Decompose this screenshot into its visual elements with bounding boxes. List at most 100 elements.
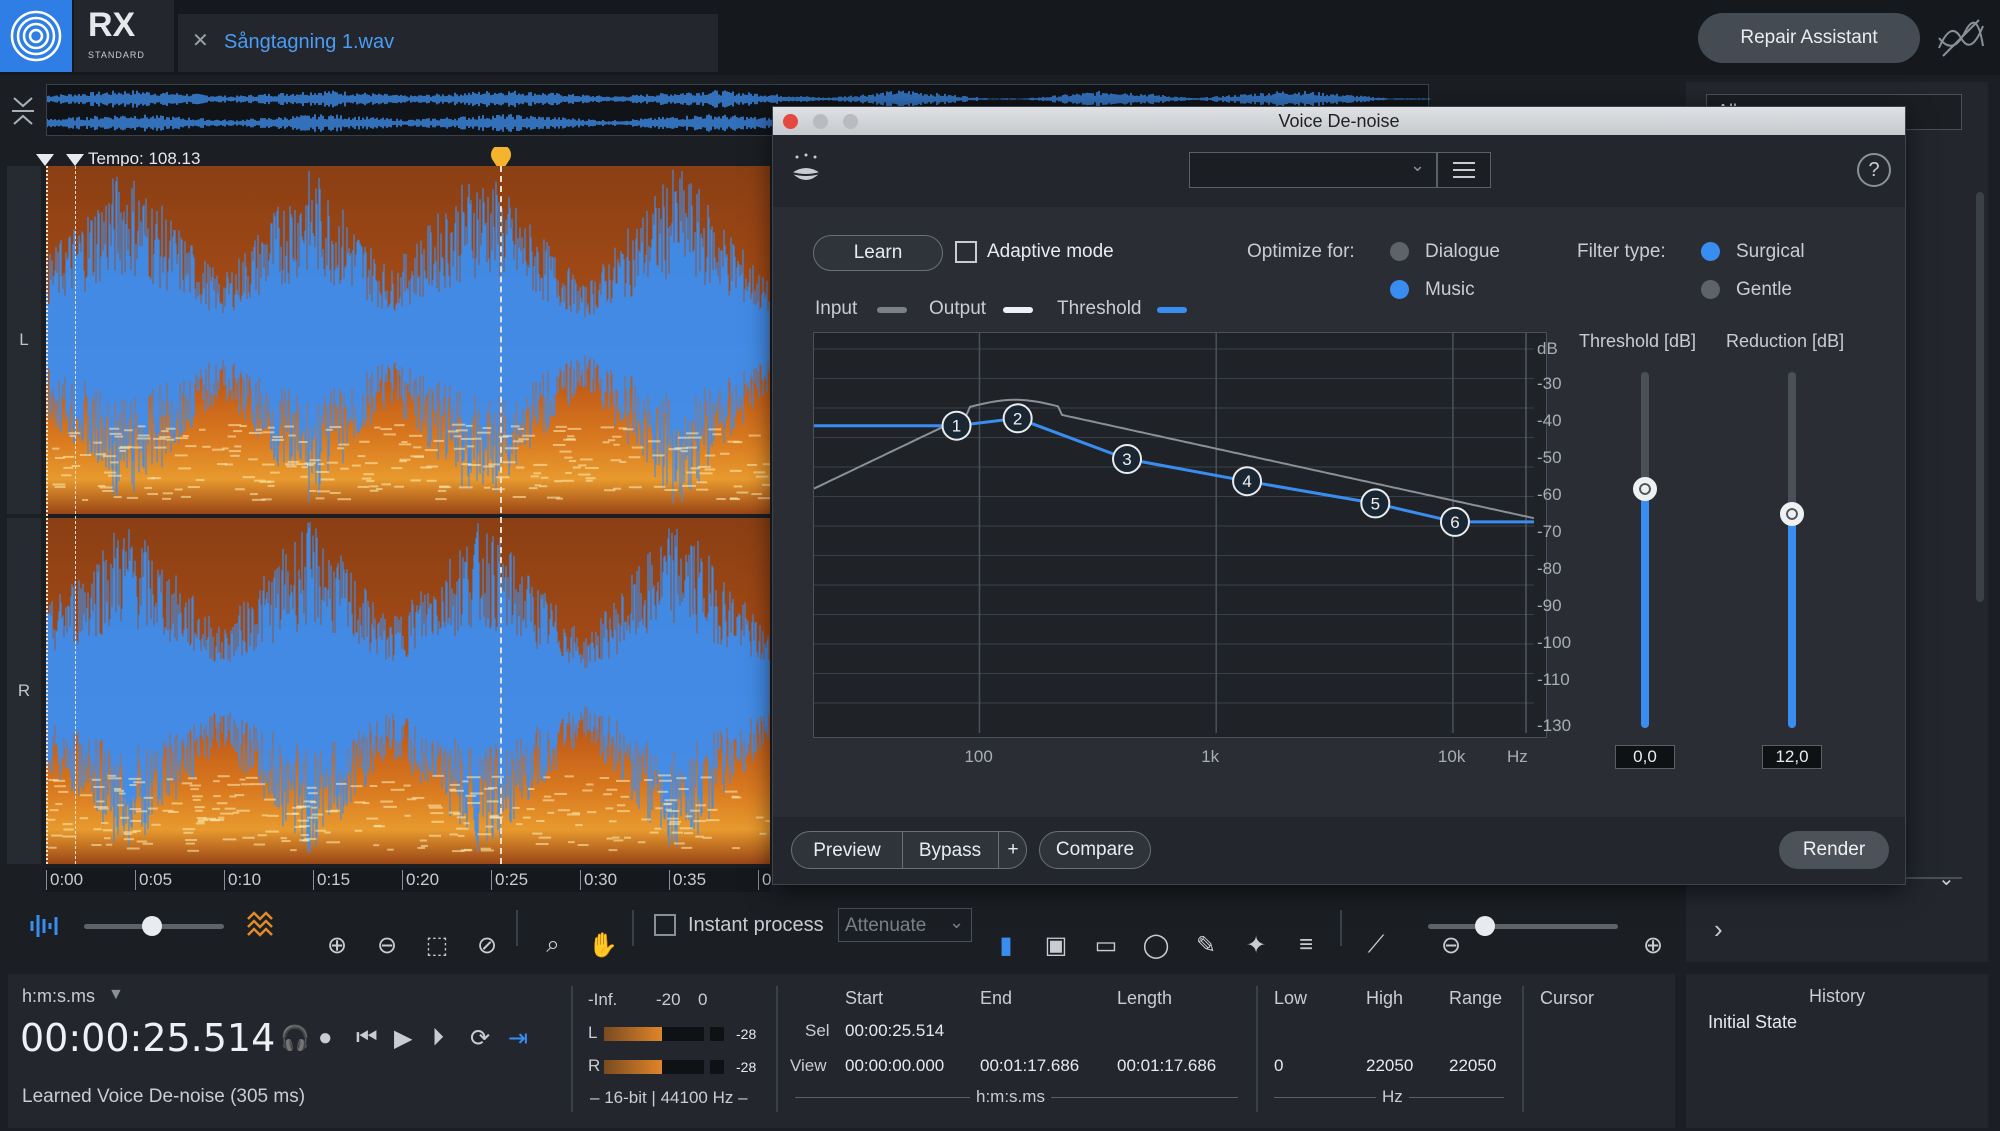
view-length-value[interactable]: 00:01:17.686 — [1117, 1056, 1216, 1076]
optimize-music-radio[interactable] — [1390, 280, 1409, 299]
playhead-line — [500, 166, 502, 864]
harmonic-fleck — [137, 434, 150, 437]
bypass-button[interactable]: Bypass — [902, 840, 998, 862]
harmonic-fleck — [491, 775, 504, 778]
reduction-slider-handle[interactable] — [1780, 502, 1804, 526]
time-format-label[interactable]: h:m:s.ms — [22, 986, 95, 1007]
threshold-curve-graph[interactable]: 1 2 3 4 5 6 — [813, 332, 1547, 738]
collapse-overview-icon[interactable] — [8, 90, 38, 132]
threshold-value-field[interactable]: 0,0 — [1615, 745, 1675, 769]
preset-menu-button[interactable] — [1437, 152, 1491, 188]
harmonic-fleck — [533, 463, 548, 466]
time-ruler[interactable]: 0:000:050:100:150:200:250:300:350:40 — [46, 868, 795, 892]
module-panel-scrollbar[interactable] — [1976, 192, 1984, 602]
preview-button[interactable]: Preview — [792, 840, 902, 862]
meter-left-clip[interactable] — [710, 1027, 724, 1041]
harmonic-fleck — [181, 782, 193, 785]
reduction-slider[interactable] — [1780, 372, 1804, 728]
view-start-value[interactable]: 00:00:00.000 — [845, 1056, 944, 1076]
adaptive-mode-checkbox[interactable] — [955, 241, 977, 263]
optimize-dialogue-radio[interactable] — [1390, 242, 1409, 261]
harmonic-fleck — [255, 428, 262, 431]
signal-chain-icon[interactable] — [1935, 12, 1987, 64]
magnify-icon[interactable]: ⌕ — [530, 922, 576, 968]
file-tab[interactable]: ✕ Sångtagning 1.wav — [178, 14, 718, 72]
view-low-value[interactable]: 0 — [1274, 1056, 1283, 1076]
ruler-tick-label: 0:00 — [46, 870, 83, 890]
harmonic-fleck — [619, 461, 627, 464]
harmonic-fleck — [680, 450, 688, 453]
play-icon[interactable]: ▶ — [394, 1024, 412, 1053]
view-range-value[interactable]: 22050 — [1449, 1056, 1496, 1076]
view-blend-slider-handle[interactable] — [142, 916, 162, 936]
threshold-slider[interactable] — [1633, 372, 1657, 728]
filter-gentle-radio[interactable] — [1701, 280, 1720, 299]
zoom-in-small-icon[interactable]: ⊕ — [1630, 922, 1676, 968]
skip-back-icon[interactable]: ⏮ — [356, 1024, 378, 1052]
zoom-in-icon[interactable]: ⊕ — [314, 922, 360, 968]
lasso-icon[interactable]: ◯ — [1133, 922, 1179, 968]
compare-button[interactable]: Compare — [1039, 831, 1151, 869]
harmonic-fleck — [667, 817, 679, 820]
hand-icon[interactable]: ✋ — [580, 922, 626, 968]
minimize-window-button[interactable] — [813, 114, 828, 129]
play-to-end-icon[interactable]: ⇥ — [508, 1024, 528, 1053]
attenuate-select[interactable]: Attenuate ⌄ — [838, 908, 972, 942]
harmonic-fleck — [185, 842, 196, 845]
zoom-slider-handle[interactable] — [1475, 916, 1495, 936]
freq-select-icon[interactable]: ▭ — [1083, 922, 1129, 968]
view-end-value[interactable]: 00:01:17.686 — [980, 1056, 1079, 1076]
headphones-icon[interactable]: 🎧 — [280, 1024, 310, 1053]
harmonic-fleck — [696, 488, 709, 491]
record-icon[interactable]: ● — [318, 1024, 333, 1052]
filter-surgical-radio[interactable] — [1701, 242, 1720, 261]
curve-icon[interactable]: ⟋ — [1353, 922, 1399, 968]
zoom-window-button[interactable] — [843, 114, 858, 129]
close-window-button[interactable] — [783, 114, 798, 129]
izotope-logo[interactable] — [0, 0, 72, 72]
zoom-fit-icon[interactable]: ⊘ — [464, 922, 510, 968]
preset-select[interactable]: ⌄ — [1189, 152, 1437, 188]
repair-assistant-button[interactable]: Repair Assistant — [1698, 13, 1920, 63]
chevron-down-icon[interactable]: ⌄ — [1938, 866, 1955, 891]
meter-right-clip[interactable] — [710, 1060, 724, 1074]
wand-icon[interactable]: ✦ — [1233, 922, 1279, 968]
channel-right-label[interactable]: R — [7, 518, 41, 864]
rect-select-icon[interactable]: ▣ — [1033, 922, 1079, 968]
zoom-out-icon[interactable]: ⊖ — [364, 922, 410, 968]
spectrogram-left-channel[interactable] — [45, 166, 773, 514]
chevron-right-icon[interactable]: › — [1714, 914, 1723, 945]
sel-start-value[interactable]: 00:00:25.514 — [845, 1021, 944, 1041]
zoom-out-small-icon[interactable]: ⊖ — [1428, 922, 1474, 968]
hz-axis-unit: Hz — [1507, 747, 1528, 766]
view-high-value[interactable]: 22050 — [1366, 1056, 1413, 1076]
instant-process-checkbox[interactable] — [654, 914, 676, 936]
harmonic-icon[interactable]: ≡ — [1283, 922, 1329, 968]
harmonic-fleck — [538, 836, 552, 839]
threshold-slider-handle[interactable] — [1633, 477, 1657, 501]
caret-down-icon[interactable]: ▼ — [108, 986, 124, 1004]
add-bypass-button[interactable]: + — [998, 839, 1028, 861]
loop-icon[interactable]: ⟳ — [470, 1024, 490, 1053]
harmonic-fleck — [93, 806, 108, 809]
render-button[interactable]: Render — [1779, 831, 1889, 869]
harmonic-fleck — [104, 837, 111, 840]
channel-left-label[interactable]: L — [7, 166, 41, 514]
time-select-icon[interactable]: ▮ — [983, 922, 1029, 968]
close-tab-icon[interactable]: ✕ — [192, 28, 209, 53]
harmonic-fleck — [317, 463, 325, 466]
spectrogram-right-channel[interactable] — [45, 518, 772, 864]
help-icon[interactable]: ? — [1857, 153, 1891, 187]
play-selection-icon[interactable]: ⏵ — [432, 1024, 444, 1052]
spectrogram-view-icon[interactable] — [244, 909, 280, 943]
brush-icon[interactable]: ✎ — [1183, 922, 1229, 968]
reduction-value-field[interactable]: 12,0 — [1762, 745, 1822, 769]
harmonic-fleck — [187, 486, 200, 489]
dialog-titlebar[interactable]: Voice De-noise — [773, 107, 1905, 135]
waveform-view-icon[interactable] — [26, 909, 62, 943]
learn-button[interactable]: Learn — [813, 235, 943, 271]
harmonic-fleck — [695, 804, 706, 807]
zoom-selection-icon[interactable]: ⬚ — [414, 922, 460, 968]
harmonic-fleck — [526, 808, 535, 811]
history-item[interactable]: Initial State — [1708, 1012, 1797, 1033]
